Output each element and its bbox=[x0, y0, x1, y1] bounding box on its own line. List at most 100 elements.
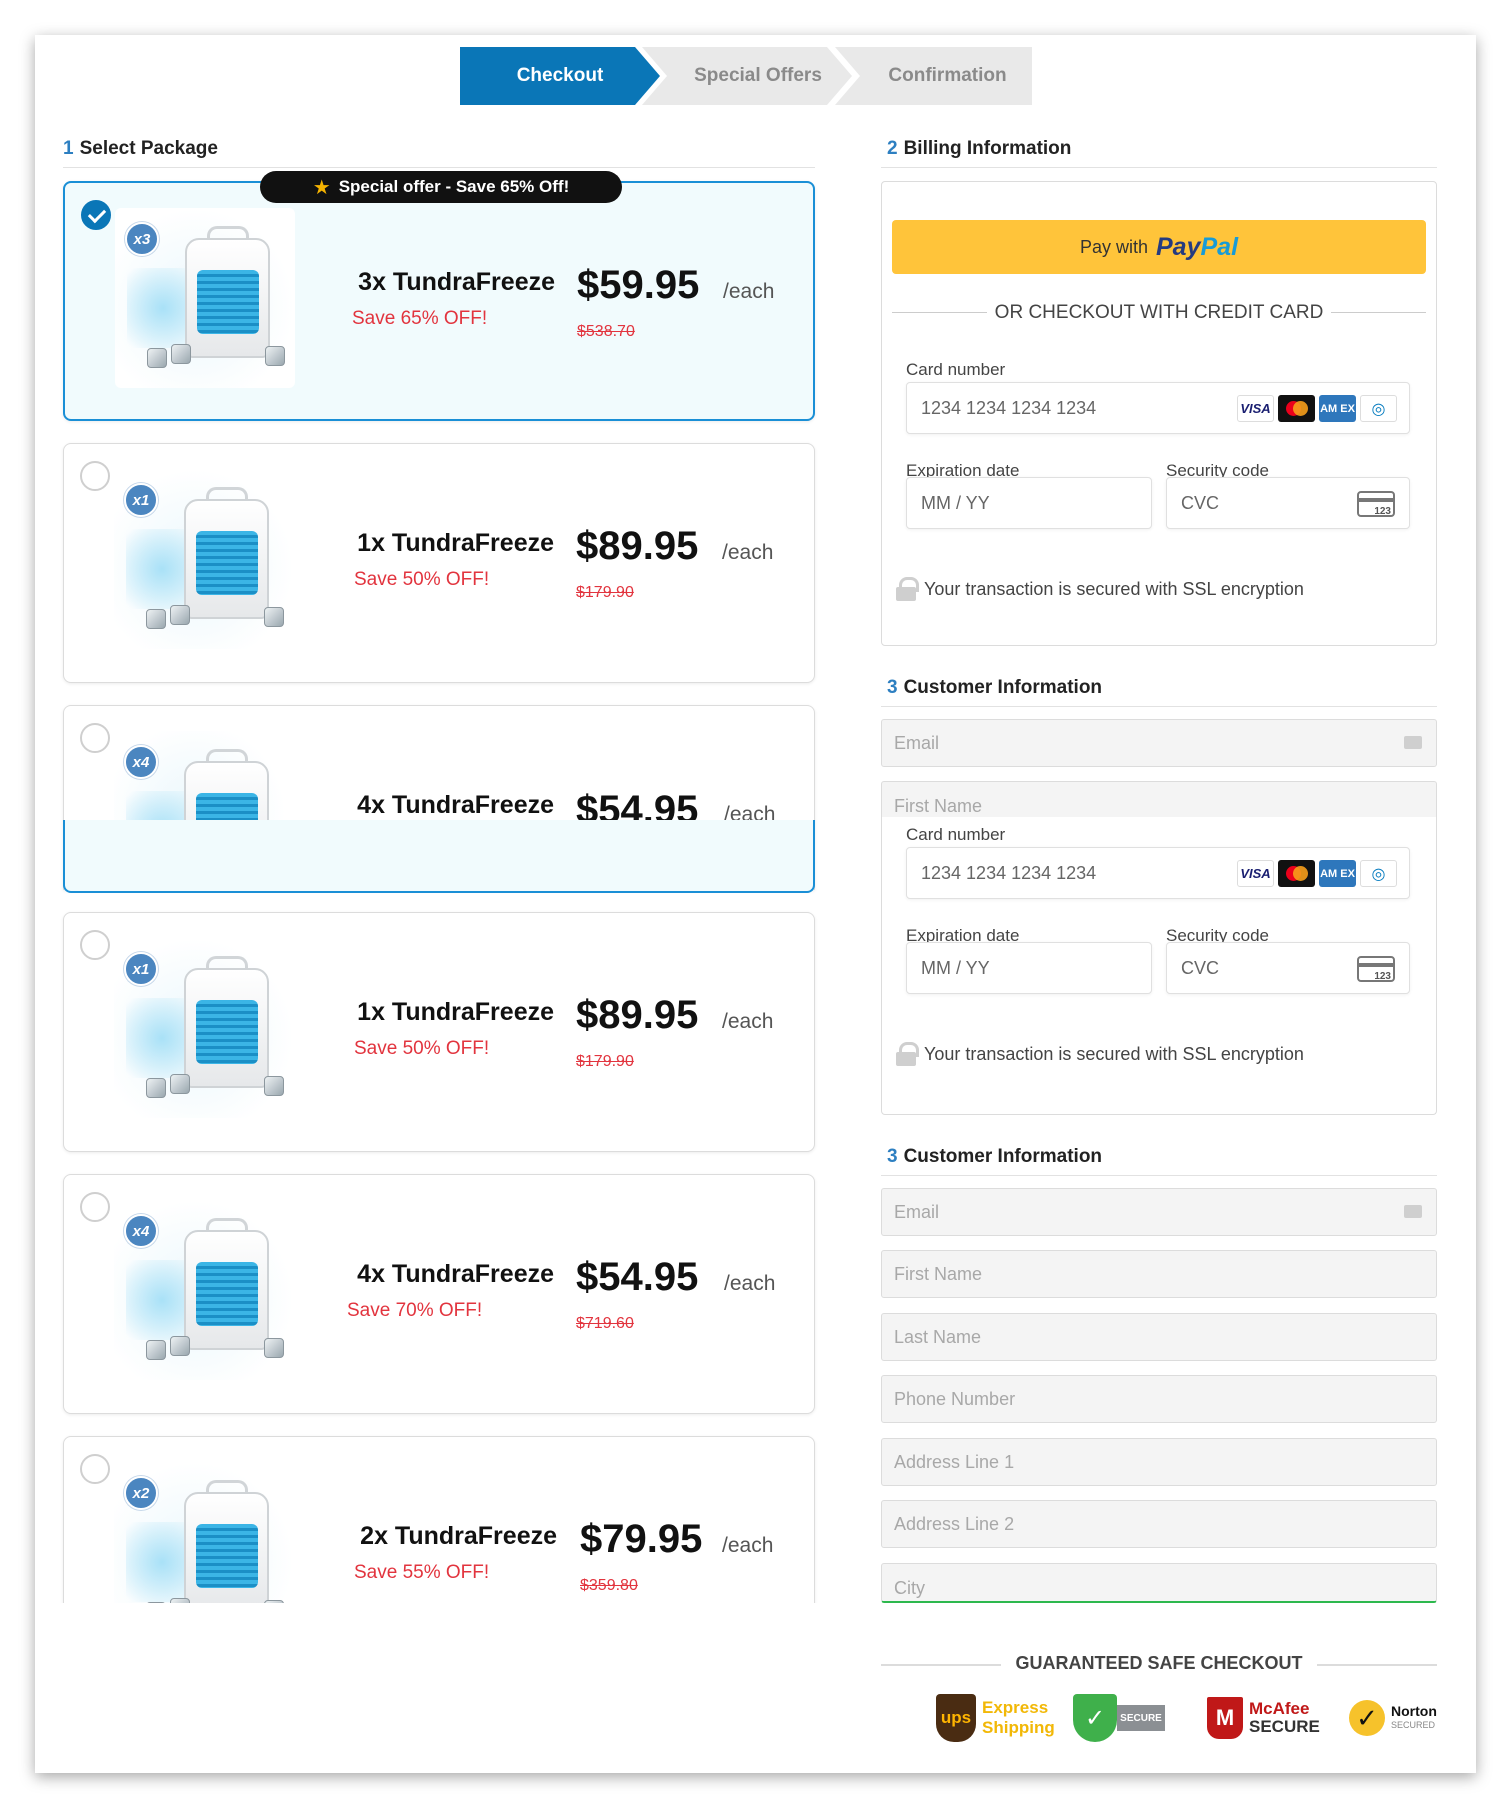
checkout-steps: Checkout Special Offers Confirmation bbox=[460, 47, 1080, 105]
card-brand-logos: VISA AM EX ◎ bbox=[1237, 395, 1397, 422]
expiration-input[interactable]: MM / YY bbox=[906, 477, 1152, 529]
section-title-text: Billing Information bbox=[903, 138, 1072, 159]
expiration-placeholder: MM / YY bbox=[921, 492, 990, 513]
visa-icon: VISA bbox=[1237, 860, 1274, 887]
special-offer-ribbon: ★ Special offer - Save 65% Off! bbox=[260, 171, 622, 203]
card-number-input[interactable]: 1234 1234 1234 1234 VISA AM EX ◎ bbox=[906, 847, 1410, 899]
lock-icon bbox=[896, 577, 919, 601]
package-old-price: $719.60 bbox=[576, 1315, 634, 1332]
package-card[interactable]: x1 1x TundraFreeze Save 50% OFF! $89.95 … bbox=[63, 443, 815, 683]
package-card[interactable]: x3 3x TundraFreeze Save 65% OFF! $59.95 … bbox=[63, 181, 815, 421]
cvc-placeholder: CVC bbox=[1181, 492, 1220, 513]
email-placeholder: Email bbox=[894, 732, 940, 753]
package-price: $54.95 bbox=[576, 1255, 699, 1299]
cvc-placeholder: CVC bbox=[1181, 957, 1220, 978]
mail-icon bbox=[1404, 736, 1422, 749]
security-code-input[interactable]: CVC 123 bbox=[1166, 477, 1410, 529]
mail-icon bbox=[1404, 1205, 1422, 1218]
card-number-input[interactable]: 1234 1234 1234 1234 VISA AM EX ◎ bbox=[906, 382, 1410, 434]
first-name-field[interactable]: First Name bbox=[881, 781, 1437, 821]
quantity-badge: x4 bbox=[124, 1214, 158, 1248]
shield-check-icon: ✓ bbox=[1073, 1694, 1117, 1742]
card-brand-logos: VISA AM EX ◎ bbox=[1237, 860, 1397, 887]
city-placeholder: City bbox=[894, 1578, 925, 1598]
section-title-text: Select Package bbox=[79, 138, 218, 159]
security-code-input[interactable]: CVC 123 bbox=[1166, 942, 1410, 994]
address-line-2-placeholder: Address Line 2 bbox=[894, 1513, 1015, 1534]
amex-icon: AM EX bbox=[1319, 395, 1356, 422]
cvc-card-icon: 123 bbox=[1357, 491, 1395, 517]
package-savings: Save 65% OFF! bbox=[352, 308, 488, 329]
secure-badge: ✓ SECURE bbox=[1073, 1690, 1165, 1746]
customer-info-title: 3 Customer Information bbox=[887, 677, 1102, 699]
divider bbox=[63, 167, 815, 168]
step-confirmation[interactable]: Confirmation bbox=[835, 47, 1032, 105]
last-name-placeholder: Last Name bbox=[894, 1326, 982, 1347]
package-old-price: $179.90 bbox=[576, 1053, 634, 1070]
package-each-label: /each bbox=[723, 280, 775, 303]
paypal-prefix: Pay with bbox=[1079, 236, 1148, 257]
package-savings: Save 55% OFF! bbox=[354, 1562, 490, 1583]
divider bbox=[881, 706, 1437, 707]
package-radio[interactable] bbox=[80, 930, 110, 960]
first-name-placeholder: First Name bbox=[894, 1263, 983, 1284]
expiration-input[interactable]: MM / YY bbox=[906, 942, 1152, 994]
divider bbox=[881, 167, 1437, 168]
first-name-field[interactable]: First Name bbox=[881, 1250, 1437, 1298]
quantity-badge: x4 bbox=[124, 745, 158, 779]
package-each-label: /each bbox=[724, 1272, 776, 1295]
package-old-price: $538.70 bbox=[577, 323, 635, 340]
step-checkout[interactable]: Checkout bbox=[460, 47, 660, 105]
quantity-badge: x1 bbox=[124, 952, 158, 986]
phone-field[interactable]: Phone Number bbox=[881, 1375, 1437, 1423]
package-savings: Save 50% OFF! bbox=[354, 569, 490, 590]
ssl-notice-text: Your transaction is secured with SSL enc… bbox=[924, 1043, 1304, 1064]
ups-shield-icon: ups bbox=[936, 1694, 976, 1742]
package-radio[interactable] bbox=[80, 1454, 110, 1484]
quantity-badge: x2 bbox=[124, 1476, 158, 1510]
quantity-badge: x1 bbox=[124, 483, 158, 517]
package-name: 3x TundraFreeze bbox=[358, 268, 555, 296]
amex-icon: AM EX bbox=[1319, 860, 1356, 887]
package-price: $79.95 bbox=[580, 1517, 703, 1561]
section-number: 3 bbox=[887, 677, 898, 698]
address-line-1-field[interactable]: Address Line 1 bbox=[881, 1438, 1437, 1486]
package-old-price: $179.90 bbox=[576, 584, 634, 601]
diners-icon: ◎ bbox=[1360, 860, 1397, 887]
ssl-notice-text: Your transaction is secured with SSL enc… bbox=[924, 578, 1304, 599]
package-name: 4x TundraFreeze bbox=[357, 1260, 554, 1288]
select-package-title: 1 Select Package bbox=[63, 138, 218, 160]
lock-icon bbox=[896, 1042, 919, 1066]
last-name-field[interactable]: Last Name bbox=[881, 1313, 1437, 1361]
card-number-label: Card number bbox=[906, 360, 1006, 379]
package-radio[interactable] bbox=[80, 1192, 110, 1222]
section-title-text: Customer Information bbox=[903, 677, 1103, 698]
norton-badge: ✓ Norton SECURED bbox=[1349, 1690, 1437, 1746]
address-line-2-field[interactable]: Address Line 2 bbox=[881, 1500, 1437, 1548]
ups-badge: ups Express Shipping bbox=[936, 1690, 1055, 1746]
guaranteed-safe-checkout: GUARANTEED SAFE CHECKOUT bbox=[881, 1653, 1437, 1675]
package-radio[interactable] bbox=[80, 723, 110, 753]
package-radio[interactable] bbox=[80, 461, 110, 491]
expiration-placeholder: MM / YY bbox=[921, 957, 990, 978]
or-divider-text: OR CHECKOUT WITH CREDIT CARD bbox=[994, 302, 1324, 323]
city-field[interactable]: City bbox=[881, 1563, 1437, 1603]
phone-placeholder: Phone Number bbox=[894, 1388, 1016, 1409]
guarantee-title: GUARANTEED SAFE CHECKOUT bbox=[1015, 1653, 1303, 1673]
paypal-logo: PayPal bbox=[1156, 232, 1239, 261]
email-field[interactable]: Email bbox=[881, 719, 1437, 767]
first-name-placeholder: First Name bbox=[894, 796, 983, 816]
address-line-1-placeholder: Address Line 1 bbox=[894, 1451, 1015, 1472]
package-card[interactable]: x1 1x TundraFreeze Save 50% OFF! $89.95 … bbox=[63, 912, 815, 1152]
mastercard-icon bbox=[1278, 395, 1315, 422]
step-special-offers[interactable]: Special Offers bbox=[642, 47, 852, 105]
email-field[interactable]: Email bbox=[881, 1188, 1437, 1236]
section-number: 1 bbox=[63, 138, 74, 159]
package-name: 4x TundraFreeze bbox=[357, 791, 554, 819]
billing-box: Pay with PayPal OR CHECKOUT WITH CREDIT … bbox=[881, 181, 1437, 646]
package-each-label: /each bbox=[722, 1534, 774, 1557]
package-card[interactable]: x4 4x TundraFreeze Save 70% OFF! $54.95 … bbox=[63, 1174, 815, 1414]
paypal-button[interactable]: Pay with PayPal bbox=[892, 220, 1426, 274]
card-number-placeholder: 1234 1234 1234 1234 bbox=[921, 862, 1097, 883]
package-radio[interactable] bbox=[81, 200, 111, 230]
